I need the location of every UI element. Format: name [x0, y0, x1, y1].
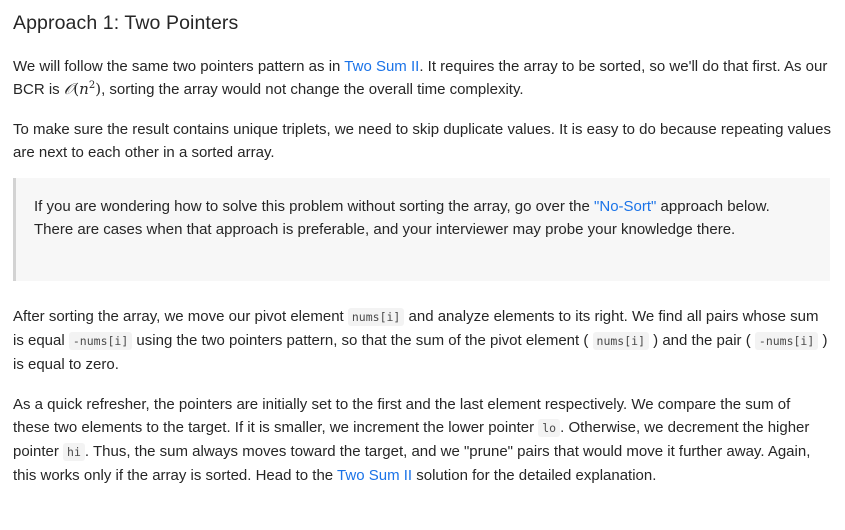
two-sum-ii-solution-link[interactable]: Two Sum II [337, 467, 412, 484]
code-lo: lo [538, 419, 561, 437]
intro-text-3: , sorting the array would not change the… [101, 81, 524, 98]
code-neg-nums-i-2: -nums[i] [754, 332, 819, 350]
code-nums-i-2: nums[i] [592, 332, 649, 350]
article-content: Approach 1: Two Pointers We will follow … [0, 0, 845, 530]
no-sort-link[interactable]: "No-Sort" [594, 198, 656, 215]
refresher-paragraph: As a quick refresher, the pointers are i… [13, 393, 831, 487]
duplicates-paragraph: To make sure the result contains unique … [13, 121, 831, 161]
section-heading: Approach 1: Two Pointers [13, 12, 239, 34]
refresher-text-4: solution for the detailed explanation. [412, 467, 657, 484]
pivot-text-3: using the two pointers pattern, so that … [132, 332, 593, 349]
code-nums-i: nums[i] [347, 308, 405, 326]
callout-text-1: If you are wondering how to solve this p… [34, 198, 595, 215]
big-o-formula: 𝒪(n2) [64, 80, 101, 98]
pivot-text-4: ) and the pair ( [649, 332, 755, 349]
intro-paragraph: We will follow the same two pointers pat… [13, 55, 831, 101]
two-sum-ii-link[interactable]: Two Sum II [344, 58, 419, 75]
pivot-text-1: After sorting the array, we move our piv… [13, 308, 348, 325]
math-variable-n: n [79, 80, 89, 98]
intro-text-1: We will follow the same two pointers pat… [13, 58, 345, 75]
callout-box: If you are wondering how to solve this p… [13, 178, 830, 281]
code-neg-nums-i: -nums[i] [68, 332, 133, 350]
pivot-paragraph: After sorting the array, we move our piv… [13, 305, 831, 376]
callout-text: If you are wondering how to solve this p… [34, 195, 810, 241]
code-hi: hi [63, 443, 85, 461]
big-o-symbol: 𝒪 [63, 80, 74, 98]
